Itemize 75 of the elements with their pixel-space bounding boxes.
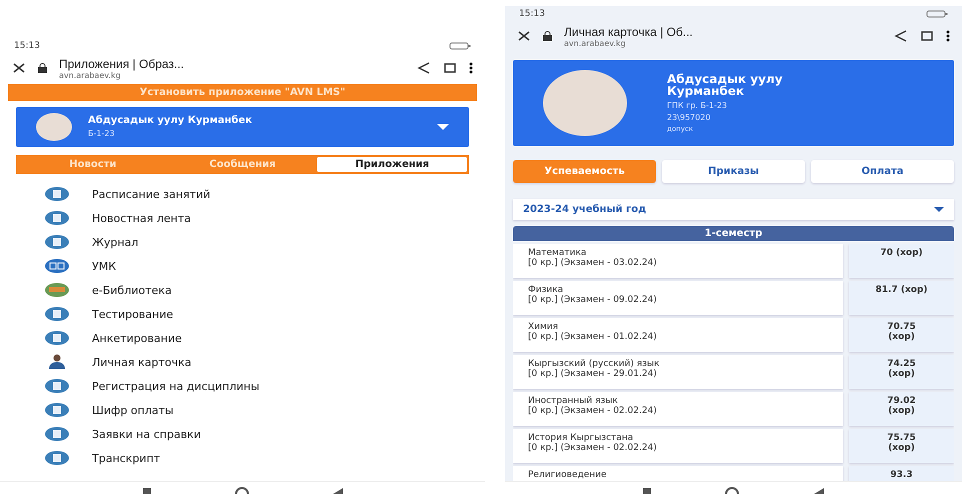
student-name: Абдусадык уулу Курманбек [88, 116, 253, 126]
subject-cell: Религиоведение [513, 466, 843, 481]
app-link[interactable]: Регистрация на дисциплины [92, 380, 260, 393]
more-icon [469, 61, 473, 75]
tab[interactable]: Оплата [811, 160, 954, 183]
close-icon [12, 61, 26, 75]
home-icon [725, 486, 740, 494]
app-link[interactable]: Тестирование [92, 308, 174, 321]
books-icon [44, 282, 70, 298]
grade-cell: 75.75 (хор) [849, 428, 954, 463]
document-icon [44, 426, 70, 442]
grade-cell: 79.02 (хор) [849, 392, 954, 426]
share-icon [417, 61, 431, 75]
page-url[interactable]: avn.arabaev.kg [564, 38, 882, 48]
bookmark-icon [443, 61, 457, 75]
home-icon [234, 486, 248, 494]
semester-header: 1-семестр [513, 226, 954, 241]
lock-icon [543, 31, 552, 41]
grade-cell: 70 (хор) [849, 244, 954, 278]
app-link[interactable]: Транскрипт [92, 452, 160, 465]
back-icon [813, 486, 826, 494]
document-icon [44, 186, 70, 202]
close-icon [517, 29, 531, 43]
student-group: Б-1-23 [88, 129, 421, 138]
recent-apps-icon [142, 486, 152, 494]
app-link[interactable]: Заявки на справки [92, 428, 201, 441]
recent-apps-icon [642, 486, 652, 494]
back-icon [332, 486, 344, 494]
app-link[interactable]: Расписание занятий [92, 188, 210, 201]
grade-cell: 70.75 (хор) [849, 318, 954, 352]
page-title: Личная карточка | Об... [564, 24, 694, 38]
grade-cell: 93.3 [849, 466, 954, 481]
document-icon [44, 378, 70, 394]
share-icon [894, 29, 908, 43]
battery-icon [926, 10, 948, 18]
app-link[interactable]: Личная карточка [92, 356, 192, 369]
more-icon [946, 29, 950, 43]
app-link[interactable]: Шифр оплаты [92, 404, 174, 417]
avatar [36, 113, 72, 142]
book-icon [44, 258, 70, 274]
status-time: 15:13 [519, 9, 545, 19]
tab[interactable]: Приложения [317, 157, 468, 172]
lock-icon [38, 63, 47, 73]
student-name: Абдусадык уулу Курманбек [667, 72, 784, 98]
subject-cell: Математика [0 кр.] (Экзамен - 03.02.24) [513, 244, 843, 278]
app-link[interactable]: Новостная лента [92, 212, 191, 225]
subject-cell: Химия [0 кр.] (Экзамен - 01.02.24) [513, 318, 843, 352]
caret-icon [437, 124, 449, 130]
document-icon [44, 234, 70, 250]
app-link[interactable]: Анкетирование [92, 332, 182, 345]
subject-cell: Иностранный язык [0 кр.] (Экзамен - 02.02.24) [513, 392, 843, 426]
subject-cell: Физика [0 кр.] (Экзамен - 09.02.24) [513, 280, 843, 315]
page-title: Приложения | Образ... [59, 56, 185, 70]
bookmark-icon [920, 29, 934, 43]
app-link[interactable]: е-Библиотека [92, 284, 172, 297]
caret-icon [934, 206, 944, 212]
year-dropdown[interactable]: 2023-24 учебный год [513, 198, 954, 220]
document-icon [44, 306, 70, 322]
document-icon [44, 210, 70, 226]
document-icon [44, 330, 70, 346]
grade-cell: 81.7 (хор) [849, 280, 954, 315]
status-time: 15:13 [14, 41, 40, 51]
app-link[interactable]: УМК [92, 260, 116, 273]
document-icon [44, 450, 70, 466]
subject-cell: Кыргызский (русский) язык [0 кр.] (Экзамен - 29.01.24) [513, 354, 843, 389]
app-link[interactable]: Журнал [92, 236, 138, 249]
subject-cell: История Кыргызстана [0 кр.] (Экзамен - 02.02.24) [513, 428, 843, 463]
document-icon [44, 402, 70, 418]
tab[interactable]: Приказы [662, 160, 805, 183]
page-url[interactable]: avn.arabaev.kg [59, 70, 405, 80]
student-group: ГПК гр. Б-1-23 [667, 100, 924, 110]
battery-icon [449, 42, 471, 50]
grade-cell: 74.25 (хор) [849, 354, 954, 389]
student-code: 23\957020 [667, 112, 712, 122]
profile-card[interactable]: Абдусадык уулу Курманбек Б-1-23 [16, 107, 469, 148]
